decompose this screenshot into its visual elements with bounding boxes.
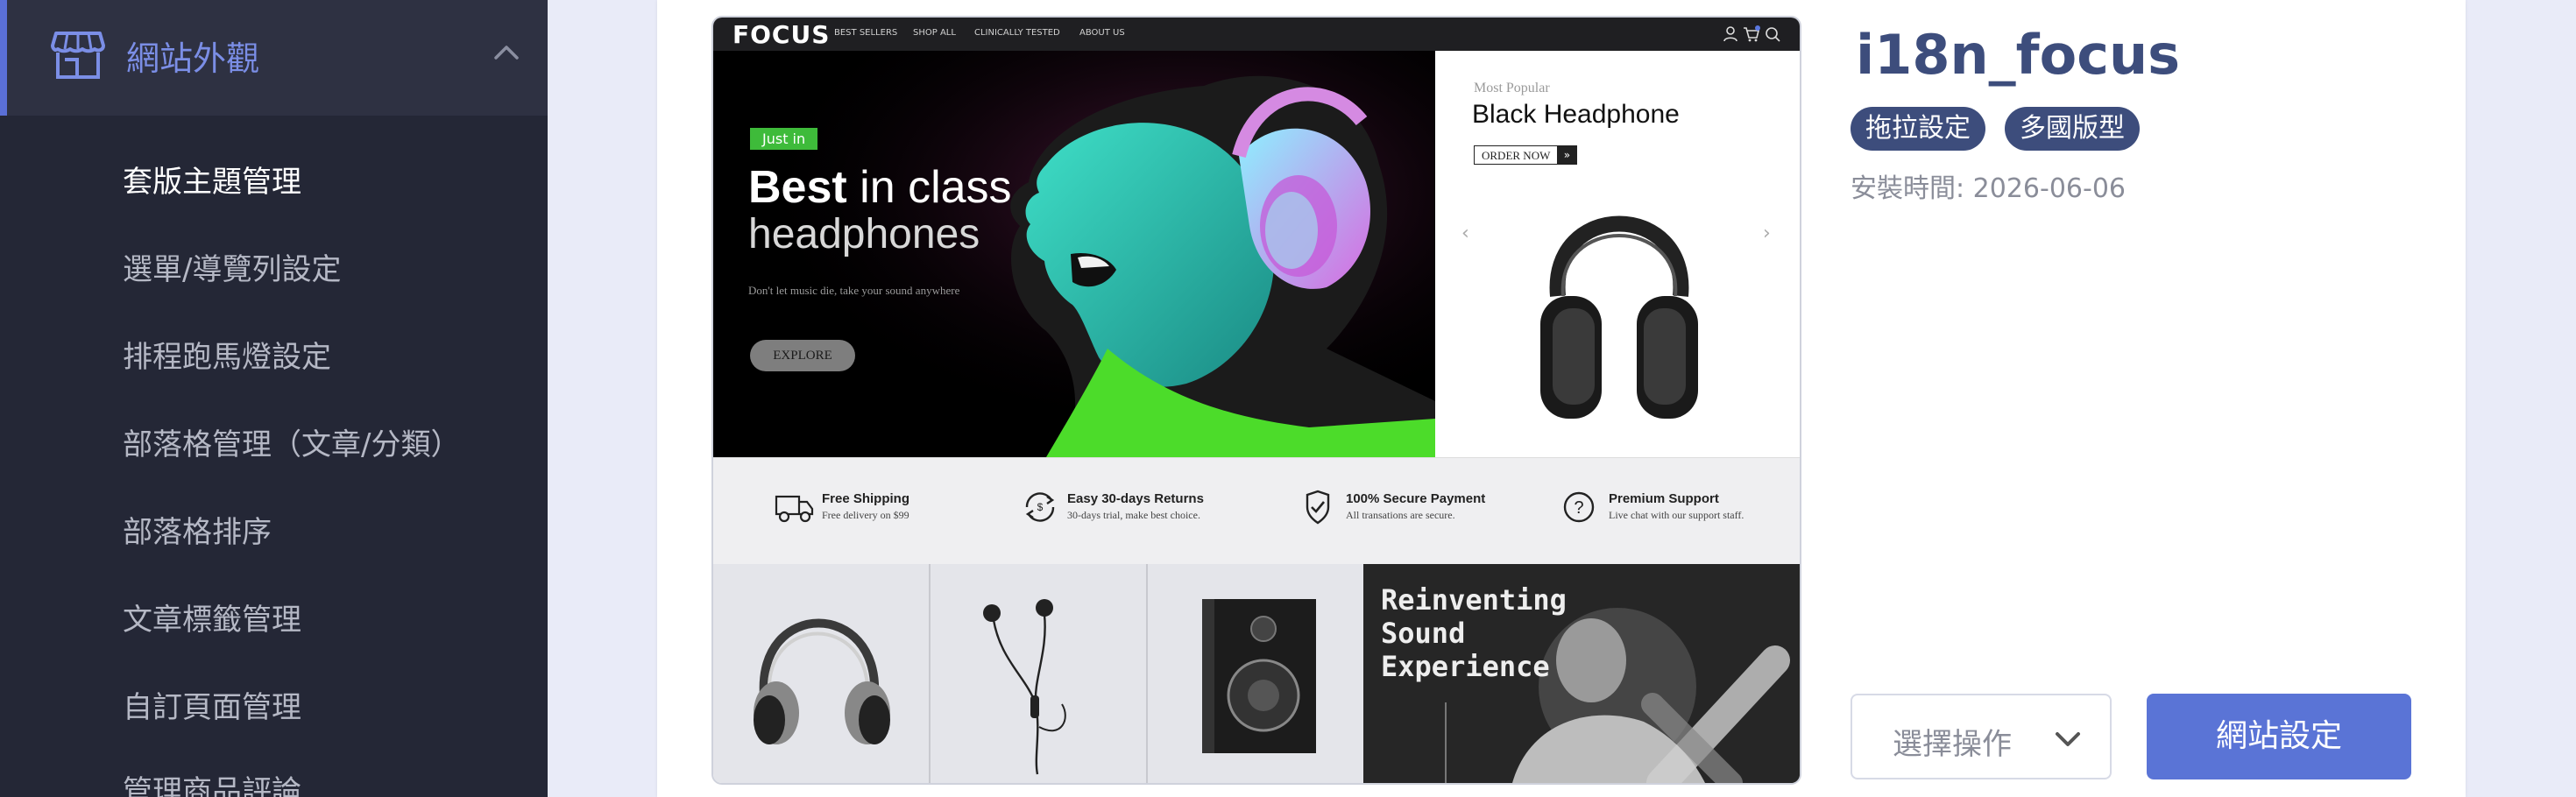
speaker-image	[1202, 599, 1316, 753]
order-now-label: ORDER NOW	[1482, 149, 1551, 162]
most-popular-title: Black Headphone	[1472, 100, 1680, 129]
truck-icon	[775, 495, 814, 523]
hero-headline-bold: Best	[748, 162, 847, 213]
sidebar-item-blog[interactable]: 部落格管理（文章/分類）	[123, 420, 460, 463]
user-icon	[1723, 26, 1737, 42]
feature-title: Premium Support	[1609, 491, 1719, 506]
earphones-image	[983, 599, 1066, 775]
promo-banner: Reinventing Sound Experience	[1363, 564, 1800, 783]
theme-name: i18n_focus	[1856, 23, 2181, 87]
sidebar-item-theme-management[interactable]: 套版主題管理	[123, 158, 301, 201]
returns-icon: $	[1025, 492, 1055, 522]
feature-sub: All transations are secure.	[1346, 509, 1455, 521]
cart-icon	[1744, 25, 1760, 42]
site-settings-button[interactable]: 網站設定	[2147, 694, 2411, 779]
carousel-next-icon: ›	[1763, 222, 1771, 244]
sidebar-item-reviews[interactable]: 管理商品評論	[123, 767, 301, 797]
preview-nav-link: BEST SELLERS	[834, 28, 898, 38]
black-headphone-image	[1540, 215, 1698, 419]
sidebar-section-title: 網站外觀	[126, 39, 260, 78]
feature-title: Easy 30-days Returns	[1067, 491, 1204, 506]
hero-subtext: Don't let music die, take your sound any…	[748, 284, 960, 297]
feature-sub: Free delivery on $99	[822, 509, 909, 521]
headphones-image	[754, 618, 890, 744]
most-popular-panel: Most Popular Black Headphone ORDER NOW» …	[1435, 51, 1800, 474]
product-tile	[713, 564, 931, 783]
promo-line: Reinventing	[1381, 583, 1567, 617]
product-tile	[1148, 564, 1365, 783]
hero-headline-line2: headphones	[748, 211, 980, 257]
product-tile	[931, 564, 1148, 783]
hero-headline-rest: in class	[846, 162, 1012, 213]
explore-button: EXPLORE	[750, 340, 855, 371]
sidebar-item-menu-nav[interactable]: 選單/導覽列設定	[123, 245, 341, 288]
active-indicator	[0, 0, 7, 116]
feature-sub: 30-days trial, make best choice.	[1067, 509, 1200, 521]
most-popular-label: Most Popular	[1474, 81, 1550, 95]
preview-nav-link: SHOP ALL	[913, 28, 956, 38]
promo-line: Sound	[1381, 617, 1466, 650]
help-circle-icon: ?	[1563, 491, 1595, 523]
hero-banner: Just in Best in class headphones Don't l…	[713, 51, 1435, 457]
install-date: 安裝時間: 2026-06-06	[1851, 173, 2126, 204]
sidebar-item-custom-pages[interactable]: 自訂頁面管理	[123, 683, 301, 726]
svg-text:$: $	[1037, 501, 1044, 513]
preview-logo: FOCUS	[732, 20, 831, 49]
select-action-dropdown[interactable]: 選擇操作	[1851, 694, 2112, 779]
storefront-icon	[51, 32, 105, 79]
select-action-label: 選擇操作	[1893, 727, 2012, 762]
chevron-down-icon	[2056, 732, 2080, 746]
shield-check-icon	[1306, 490, 1330, 525]
double-arrow-icon: »	[1557, 146, 1577, 164]
sidebar-item-blog-sort[interactable]: 部落格排序	[123, 508, 272, 551]
promo-text: Reinventing Sound Experience	[1381, 583, 1567, 683]
just-in-badge: Just in	[750, 128, 818, 150]
feature-title: 100% Secure Payment	[1346, 491, 1486, 506]
hero-headline: Best in class	[748, 161, 1012, 214]
sidebar-item-tags[interactable]: 文章標籤管理	[123, 596, 301, 638]
sidebar-section-header[interactable]: 網站外觀	[0, 0, 548, 116]
preview-nav-link: CLINICALLY TESTED	[974, 28, 1060, 38]
search-icon	[1766, 27, 1780, 42]
preview-navbar: FOCUS BEST SELLERS SHOP ALL CLINICALLY T…	[713, 18, 1800, 51]
sidebar-item-marquee[interactable]: 排程跑馬燈設定	[123, 333, 331, 376]
svg-text:?: ?	[1574, 498, 1583, 518]
preview-nav-link: ABOUT US	[1079, 28, 1125, 38]
feature-sub: Live chat with our support staff.	[1609, 509, 1744, 521]
feature-title: Free Shipping	[822, 491, 910, 506]
features-strip: Free Shipping Free delivery on $99 $ Eas…	[713, 457, 1800, 565]
order-now-button: ORDER NOW »	[1474, 145, 1578, 165]
promo-line: Experience	[1381, 650, 1550, 683]
chevron-up-icon[interactable]	[491, 37, 522, 68]
sidebar: 網站外觀 套版主題管理 選單/導覽列設定 排程跑馬燈設定 部落格管理（文章/分類…	[0, 0, 548, 797]
carousel-prev-icon: ‹	[1461, 222, 1469, 244]
tag-multi-lang-template: 多國版型	[2005, 107, 2140, 151]
tag-drag-settings: 拖拉設定	[1851, 107, 1985, 151]
theme-preview[interactable]: FOCUS BEST SELLERS SHOP ALL CLINICALLY T…	[711, 16, 1801, 785]
